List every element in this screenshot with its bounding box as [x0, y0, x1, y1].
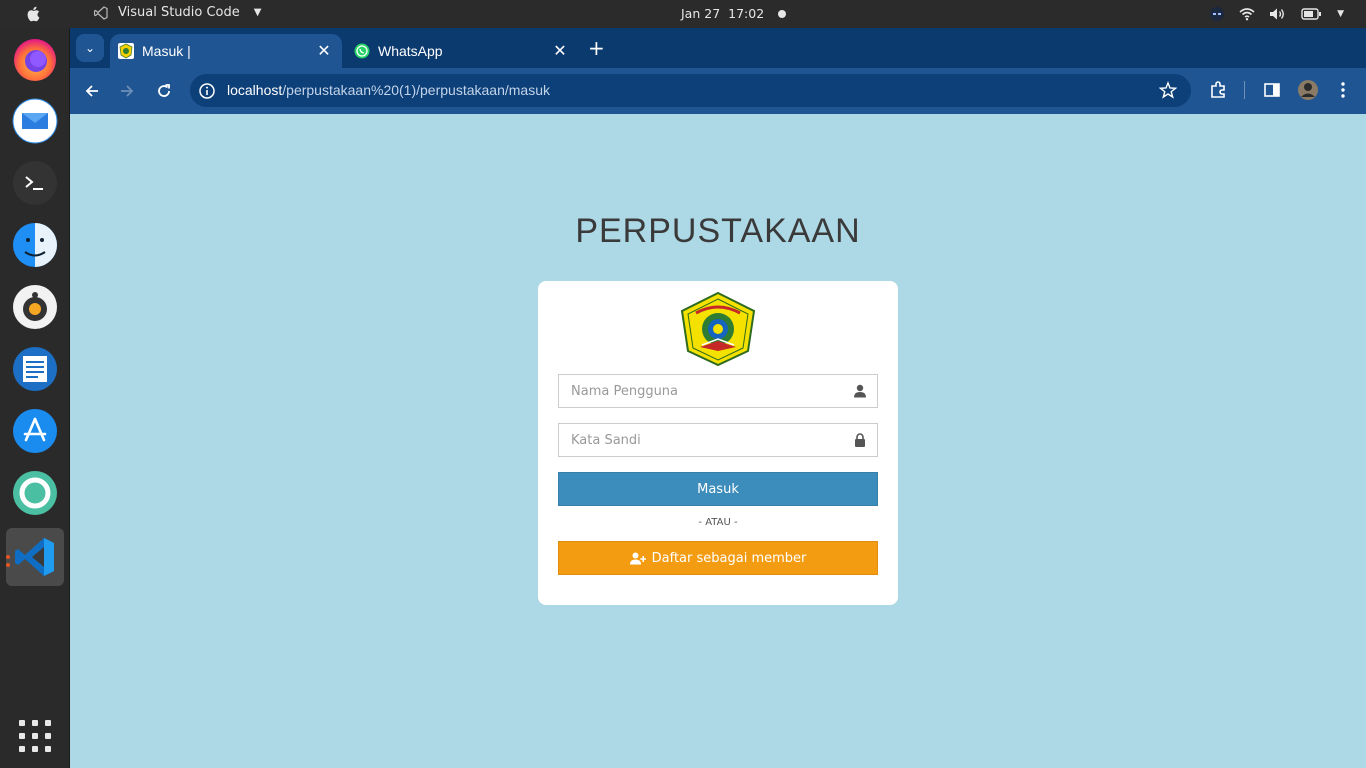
browser-toolbar: localhost/perpustakaan%20(1)/perpustakaa… — [70, 68, 1366, 114]
more-menu-icon[interactable] — [1337, 81, 1349, 99]
system-top-bar: Visual Studio Code ▼ Jan 27 17:02 ▼ — [0, 0, 1366, 28]
username-field — [558, 374, 878, 408]
new-tab-button[interactable]: + — [588, 36, 605, 60]
tab-search-button[interactable]: ⌄ — [76, 34, 104, 62]
school-logo — [680, 291, 756, 367]
chevron-down-icon: ▼ — [253, 7, 262, 18]
dock-app-store[interactable] — [12, 408, 58, 454]
lock-icon — [855, 433, 865, 447]
clock[interactable]: Jan 27 17:02 — [681, 6, 787, 21]
chevron-down-icon[interactable]: ▼ — [1337, 9, 1344, 19]
arrow-right-icon — [121, 85, 134, 97]
app-store-icon — [13, 409, 57, 453]
profile-avatar-icon[interactable] — [1297, 79, 1319, 101]
whatsapp-icon — [354, 43, 370, 59]
password-field — [558, 423, 878, 457]
speaker-icon — [13, 285, 57, 329]
login-card: Masuk - ATAU - Daftar sebagai member — [538, 281, 898, 605]
url-host: localhost — [227, 82, 283, 98]
active-app-name: Visual Studio Code — [118, 5, 240, 20]
dock-terminal[interactable] — [12, 160, 58, 206]
page-content: PERPUSTAKAAN Masuk - ATAU — [70, 114, 1366, 768]
battery-icon[interactable] — [1301, 8, 1323, 20]
side-panel-icon[interactable] — [1263, 81, 1281, 99]
or-divider: - ATAU - — [698, 517, 738, 528]
tab-strip: ⌄ Masuk | ✕ WhatsApp ✕ + — [70, 28, 1366, 68]
terminal-icon — [13, 161, 57, 205]
show-apps-grid-icon[interactable] — [19, 720, 51, 752]
dock-help[interactable] — [12, 470, 58, 516]
url-text[interactable]: localhost/perpustakaan%20(1)/perpustakaa… — [227, 82, 550, 98]
dock-firefox[interactable] — [12, 36, 58, 82]
notification-dot-icon — [778, 9, 787, 18]
site-info-icon[interactable] — [198, 82, 216, 100]
system-tray[interactable]: ▼ — [1209, 6, 1344, 22]
reload-icon — [158, 84, 170, 97]
volume-icon[interactable] — [1269, 7, 1287, 21]
school-logo-icon — [118, 43, 134, 59]
dock — [0, 28, 70, 768]
bookmark-star-icon[interactable] — [1159, 81, 1177, 99]
login-button-label: Masuk — [697, 481, 739, 497]
running-indicator — [6, 555, 10, 559]
user-status-icon[interactable] — [1209, 6, 1225, 22]
clock-time: 17:02 — [728, 6, 765, 21]
user-plus-icon — [629, 552, 646, 564]
page-title: PERPUSTAKAAN — [575, 212, 861, 250]
arrow-left-icon — [85, 85, 98, 97]
vscode-icon — [15, 538, 54, 576]
dock-mail[interactable] — [12, 98, 58, 144]
clock-date: Jan 27 — [681, 6, 721, 21]
login-button[interactable]: Masuk — [558, 472, 878, 506]
user-icon — [854, 384, 866, 398]
reload-button[interactable] — [154, 81, 174, 101]
dock-text-editor[interactable] — [12, 346, 58, 392]
username-input[interactable] — [559, 375, 877, 407]
register-button-label: Daftar sebagai member — [651, 550, 807, 566]
browser-window: ⌄ Masuk | ✕ WhatsApp ✕ + localhost/perpu… — [70, 28, 1366, 768]
tab-title: Masuk | — [142, 43, 191, 59]
url-path: /perpustakaan%20(1)/perpustakaan/masuk — [282, 82, 550, 98]
close-icon[interactable]: ✕ — [550, 41, 570, 61]
tab-masuk[interactable]: Masuk | ✕ — [110, 34, 342, 68]
toolbar-divider — [1244, 81, 1245, 99]
help-icon — [13, 471, 57, 515]
back-button[interactable] — [82, 81, 102, 101]
firefox-icon — [14, 39, 56, 81]
tab-title: WhatsApp — [378, 43, 443, 59]
vscode-mini-icon — [94, 5, 108, 20]
active-app-menu[interactable]: Visual Studio Code ▼ — [94, 5, 261, 20]
dock-vscode[interactable] — [6, 528, 64, 586]
close-icon[interactable]: ✕ — [314, 41, 334, 61]
dock-finder[interactable] — [12, 222, 58, 268]
wifi-icon[interactable] — [1239, 7, 1255, 21]
chevron-down-icon: ⌄ — [84, 41, 96, 55]
register-button[interactable]: Daftar sebagai member — [558, 541, 878, 575]
apple-icon[interactable] — [24, 4, 44, 24]
finder-icon — [13, 223, 57, 267]
text-editor-icon — [13, 347, 57, 391]
dock-speaker[interactable] — [12, 284, 58, 330]
extensions-icon[interactable] — [1209, 81, 1227, 99]
tab-whatsapp[interactable]: WhatsApp ✕ — [346, 34, 578, 68]
forward-button[interactable] — [117, 81, 137, 101]
running-indicator — [6, 563, 10, 567]
password-input[interactable] — [559, 424, 877, 456]
mail-icon — [12, 98, 58, 144]
address-bar[interactable]: localhost/perpustakaan%20(1)/perpustakaa… — [190, 74, 1191, 107]
